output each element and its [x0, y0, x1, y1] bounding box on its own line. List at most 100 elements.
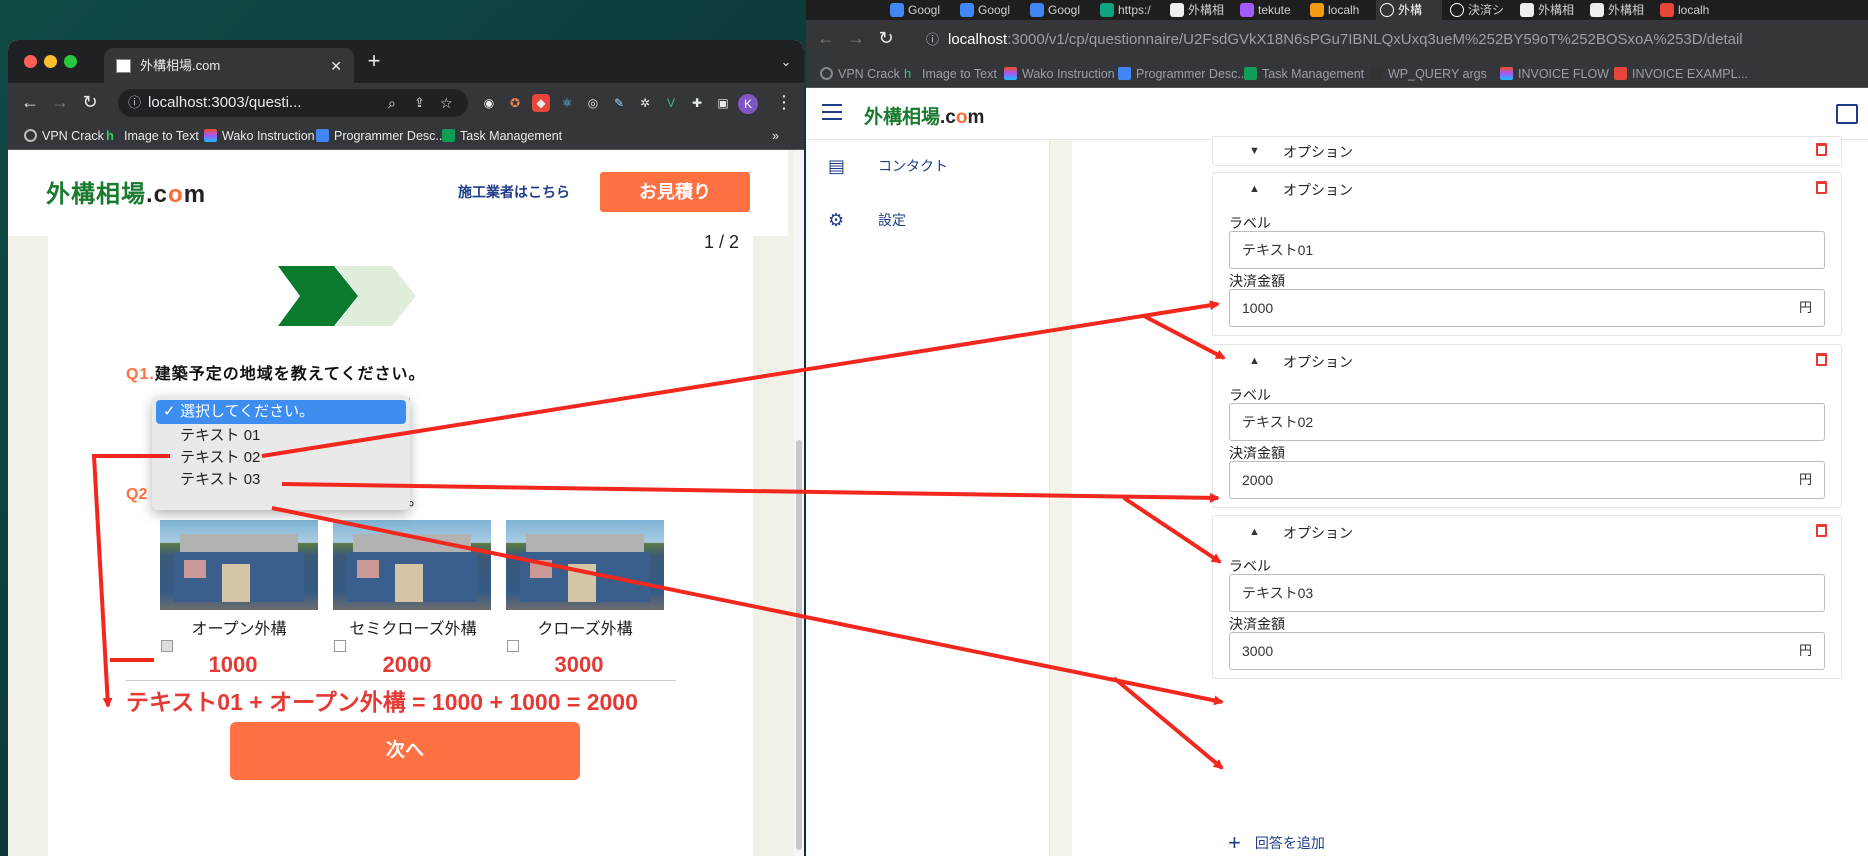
- browser-tab[interactable]: tekute: [1236, 0, 1302, 20]
- browser-tab[interactable]: Googl: [956, 0, 1022, 20]
- target-extension-icon[interactable]: ◎: [584, 94, 602, 112]
- site-info-icon[interactable]: ⓘ: [128, 89, 141, 117]
- logout-icon[interactable]: [1836, 104, 1858, 124]
- browser-tab[interactable]: localh: [1306, 0, 1372, 20]
- search-lens-icon[interactable]: ⌕: [388, 89, 396, 117]
- bookmark-item[interactable]: INVOICE EXAMPL...: [1612, 60, 1748, 88]
- trash-icon[interactable]: [1816, 353, 1827, 366]
- back-icon[interactable]: ←: [814, 26, 838, 50]
- admin-logo[interactable]: 外構相場.com: [864, 102, 984, 129]
- tab-close-icon[interactable]: ✕: [330, 48, 342, 84]
- extensions-puzzle-icon[interactable]: ✚: [688, 94, 706, 112]
- estimate-button[interactable]: お見積り: [600, 172, 750, 212]
- browser-tab[interactable]: 外構相: [1516, 0, 1582, 20]
- scrollbar-thumb[interactable]: [796, 440, 802, 850]
- bookmark-item[interactable]: Programmer Desc...: [314, 122, 446, 150]
- extension-red-icon[interactable]: ◆: [532, 94, 550, 112]
- sidebar-item-settings[interactable]: ⚙ 設定: [826, 208, 906, 232]
- option-header[interactable]: ▼ オプション: [1213, 137, 1841, 169]
- choice-checkbox[interactable]: [161, 640, 173, 652]
- label-input[interactable]: テキスト03: [1229, 574, 1825, 612]
- contractor-link[interactable]: 施工業者はこちら: [458, 182, 570, 202]
- bookmark-item[interactable]: INVOICE FLOW: [1498, 60, 1609, 88]
- amount-input[interactable]: 3000 円: [1229, 632, 1825, 670]
- page-scrollbar[interactable]: [794, 150, 804, 856]
- browser-tab[interactable]: 決済シ: [1446, 0, 1512, 20]
- chevron-up-icon[interactable]: ▲: [1249, 355, 1260, 367]
- browser-tab[interactable]: Googl: [1026, 0, 1092, 20]
- vue-devtools-icon[interactable]: V: [662, 94, 680, 112]
- closed-exterior-photo[interactable]: [506, 520, 664, 610]
- browser-tab-active[interactable]: 外構: [1376, 0, 1442, 20]
- maximize-window-button[interactable]: [64, 55, 77, 68]
- dropdown-option[interactable]: テキスト 03: [156, 468, 406, 492]
- sidebar-item-contact[interactable]: ▤ コンタクト: [826, 154, 948, 178]
- side-panel-icon[interactable]: ▣: [714, 94, 732, 112]
- amount-input[interactable]: 2000 円: [1229, 461, 1825, 499]
- back-icon[interactable]: ←: [18, 90, 42, 114]
- trash-icon[interactable]: [1816, 143, 1827, 156]
- bookmark-star-icon[interactable]: ☆: [440, 89, 453, 117]
- camera-extension-icon[interactable]: ◉: [480, 94, 498, 112]
- bookmark-item[interactable]: Task Management: [1242, 60, 1364, 88]
- option-header[interactable]: ▲ オプション: [1213, 345, 1841, 377]
- puzzle-bug-extension-icon[interactable]: ✲: [636, 94, 654, 112]
- bookmark-item[interactable]: Wako Instruction: [1002, 60, 1115, 88]
- trash-icon[interactable]: [1816, 524, 1827, 537]
- label-input[interactable]: テキスト01: [1229, 231, 1825, 269]
- dropdown-option[interactable]: ✓ 選択してください。: [156, 400, 406, 424]
- next-button[interactable]: 次へ: [230, 722, 580, 780]
- add-answer-button[interactable]: + 回答を追加: [1228, 830, 1325, 856]
- address-bar[interactable]: ⓘ localhost:3003/questi... ⌕ ⇪ ☆: [118, 89, 468, 117]
- chevron-up-icon[interactable]: ▲: [1249, 183, 1260, 195]
- tab-search-icon[interactable]: ⌄: [774, 50, 798, 74]
- bookmark-item[interactable]: h Image to Text: [104, 122, 199, 150]
- more-bookmarks-icon[interactable]: »: [772, 122, 779, 150]
- semi-closed-exterior-photo[interactable]: [333, 520, 491, 610]
- minimize-window-button[interactable]: [44, 55, 57, 68]
- dropdown-option[interactable]: テキスト 02: [156, 446, 406, 470]
- browser-tab[interactable]: 外構相場.com ✕: [104, 48, 354, 84]
- site-info-icon[interactable]: ⓘ: [926, 26, 939, 54]
- bookmark-item[interactable]: Task Management: [440, 122, 562, 150]
- amount-input[interactable]: 1000 円: [1229, 289, 1825, 327]
- chevron-down-icon[interactable]: ▼: [1249, 145, 1260, 157]
- close-window-button[interactable]: [24, 55, 37, 68]
- chevron-up-icon[interactable]: ▲: [1249, 526, 1260, 538]
- bookmark-item[interactable]: Programmer Desc...: [1116, 60, 1248, 88]
- browser-tab[interactable]: 外構相: [1586, 0, 1652, 20]
- open-exterior-photo[interactable]: [160, 520, 318, 610]
- site-logo[interactable]: 外構相場.com: [46, 174, 206, 209]
- option-header[interactable]: ▲ オプション: [1213, 173, 1841, 205]
- browser-tab[interactable]: localh: [1656, 0, 1722, 20]
- profile-avatar[interactable]: K: [738, 94, 758, 114]
- annotation-price: 3000: [554, 652, 604, 677]
- label-input[interactable]: テキスト02: [1229, 403, 1825, 441]
- reload-icon[interactable]: ↻: [78, 90, 102, 114]
- option-header[interactable]: ▲ オプション: [1213, 516, 1841, 548]
- address-bar[interactable]: ⓘ localhost:3000/v1/cp/questionnaire/U2F…: [916, 26, 1856, 54]
- forward-icon[interactable]: →: [844, 26, 868, 50]
- dropdown-option[interactable]: テキスト 01: [156, 424, 406, 448]
- bookmark-item[interactable]: h Image to Text: [902, 60, 997, 88]
- react-devtools-icon[interactable]: ⚛: [558, 94, 576, 112]
- share-icon[interactable]: ⇪: [414, 89, 425, 117]
- bookmark-item[interactable]: VPN Crack: [22, 122, 104, 150]
- forward-icon[interactable]: →: [48, 90, 72, 114]
- reload-icon[interactable]: ↻: [874, 26, 898, 50]
- browser-tab[interactable]: Googl: [886, 0, 952, 20]
- browser-menu-icon[interactable]: ⋮: [772, 90, 796, 114]
- bookmark-item[interactable]: Wako Instruction: [202, 122, 315, 150]
- trash-icon[interactable]: [1816, 181, 1827, 194]
- new-tab-button[interactable]: +: [360, 48, 388, 76]
- bookmark-item[interactable]: VPN Crack: [818, 60, 900, 88]
- bookmark-item[interactable]: WP_QUERY args: [1368, 60, 1487, 88]
- cookie-extension-icon[interactable]: ✪: [506, 94, 524, 112]
- menu-hamburger-icon[interactable]: [822, 104, 842, 120]
- tools-extension-icon[interactable]: ✎: [610, 94, 628, 112]
- browser-tab[interactable]: https:/: [1096, 0, 1162, 20]
- step-2-chevron: [336, 266, 416, 326]
- choice-checkbox[interactable]: [507, 640, 519, 652]
- choice-checkbox[interactable]: [334, 640, 346, 652]
- browser-tab[interactable]: 外構相: [1166, 0, 1232, 20]
